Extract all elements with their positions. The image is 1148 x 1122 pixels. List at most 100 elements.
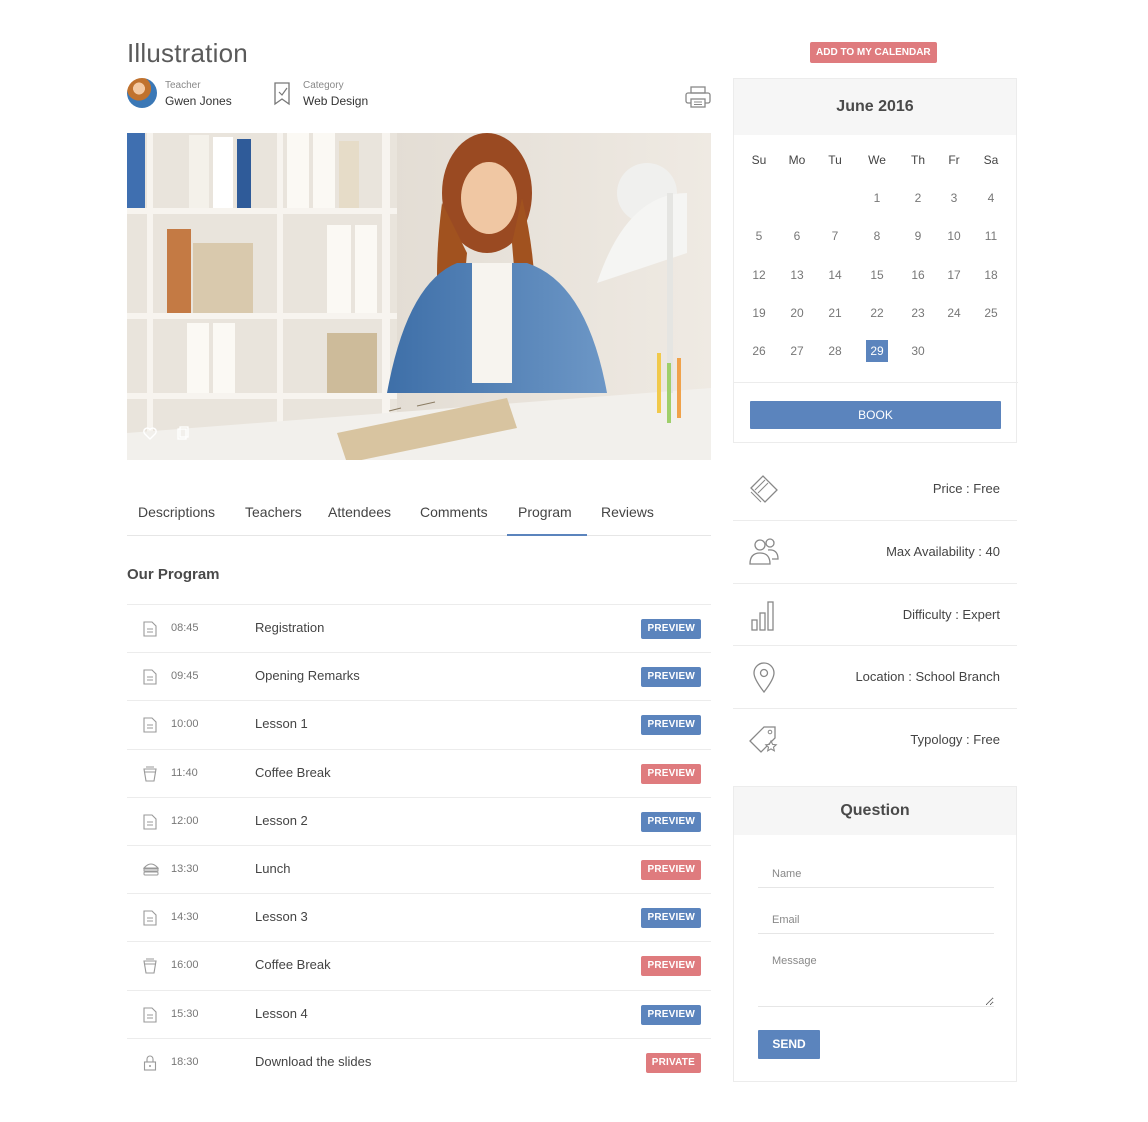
program-row: 08:45 Registration PREVIEW bbox=[127, 604, 711, 652]
preview-button[interactable]: PREVIEW bbox=[641, 859, 701, 880]
teacher-avatar[interactable] bbox=[127, 78, 157, 108]
price-tag-icon bbox=[747, 472, 781, 506]
teacher-info: Teacher Gwen Jones bbox=[165, 80, 232, 108]
calendar-day[interactable]: 24 bbox=[939, 302, 969, 324]
info-row: Max Availability : 40 bbox=[733, 521, 1017, 584]
preview-button[interactable]: PREVIEW bbox=[641, 715, 701, 736]
tab-reviews[interactable]: Reviews bbox=[601, 504, 654, 520]
book-button[interactable]: BOOK bbox=[750, 401, 1001, 429]
email-field[interactable] bbox=[758, 907, 994, 934]
document-icon bbox=[143, 1006, 157, 1023]
event-hero-image bbox=[127, 133, 711, 460]
preview-button[interactable]: PREVIEW bbox=[641, 667, 701, 688]
program-item-name: Lesson 2 bbox=[255, 812, 308, 828]
calendar-day[interactable]: 1 bbox=[862, 187, 892, 209]
category-name[interactable]: Web Design bbox=[303, 94, 368, 108]
add-to-calendar-button[interactable]: ADD TO MY CALENDAR bbox=[810, 42, 937, 63]
calendar-day[interactable]: 9 bbox=[903, 225, 933, 247]
calendar-day[interactable]: 30 bbox=[903, 340, 933, 362]
info-row: Location : School Branch bbox=[733, 646, 1017, 710]
calendar-day[interactable]: 28 bbox=[820, 340, 850, 362]
calendar-day[interactable]: 16 bbox=[903, 264, 933, 286]
calendar-day[interactable]: 6 bbox=[782, 225, 812, 247]
program-time: 18:30 bbox=[171, 1055, 199, 1068]
document-icon bbox=[143, 814, 157, 830]
heart-icon[interactable] bbox=[143, 427, 157, 440]
weekday-header: Th bbox=[910, 153, 925, 167]
calendar-day[interactable]: 10 bbox=[939, 225, 969, 247]
calendar-day[interactable]: 11 bbox=[976, 225, 1006, 247]
tab-comments[interactable]: Comments bbox=[420, 504, 488, 520]
printer-icon[interactable] bbox=[685, 86, 711, 108]
program-time: 11:40 bbox=[171, 766, 198, 779]
tab-program[interactable]: Program bbox=[518, 504, 572, 520]
weekday-header: We bbox=[868, 153, 886, 167]
preview-button[interactable]: PREVIEW bbox=[641, 619, 701, 639]
program-row: 12:00 Lesson 2 PREVIEW bbox=[127, 796, 711, 845]
map-pin-icon bbox=[747, 660, 781, 694]
document-icon bbox=[143, 621, 157, 637]
calendar-day-selected[interactable]: 29 bbox=[866, 340, 888, 363]
category-label: Category bbox=[303, 80, 344, 91]
calendar-day[interactable]: 8 bbox=[862, 225, 892, 247]
calendar-day[interactable]: 17 bbox=[939, 264, 969, 286]
name-field[interactable] bbox=[758, 861, 994, 888]
calendar-day[interactable]: 21 bbox=[820, 302, 850, 324]
question-form: Question SEND bbox=[733, 786, 1017, 1082]
calendar-day[interactable]: 18 bbox=[976, 264, 1006, 286]
program-row: 16:00 Coffee Break PREVIEW bbox=[127, 941, 711, 989]
calendar-day[interactable]: 3 bbox=[939, 187, 969, 209]
program-list: 08:45 Registration PREVIEW 09:45 Opening Rem… bbox=[127, 604, 711, 1086]
calendar-day[interactable]: 5 bbox=[744, 225, 774, 247]
weekday-header: Sa bbox=[983, 153, 999, 167]
preview-button[interactable]: PREVIEW bbox=[641, 1004, 701, 1025]
info-text: Location : School Branch bbox=[855, 669, 1000, 685]
tab-attendees[interactable]: Attendees bbox=[328, 504, 391, 520]
message-field[interactable] bbox=[758, 955, 994, 1007]
calendar-day[interactable]: 4 bbox=[976, 187, 1006, 209]
program-time: 08:45 bbox=[171, 622, 199, 634]
program-item-name: Coffee Break bbox=[255, 957, 331, 973]
coffee-cup-icon bbox=[143, 958, 157, 974]
program-title: Our Program bbox=[127, 566, 220, 583]
calendar-day[interactable]: 26 bbox=[744, 340, 774, 362]
calendar-day[interactable]: 25 bbox=[976, 302, 1006, 324]
program-time: 13:30 bbox=[171, 862, 199, 875]
preview-button[interactable]: PREVIEW bbox=[641, 811, 701, 832]
calendar-day[interactable]: 20 bbox=[782, 302, 812, 324]
calendar-day[interactable]: 22 bbox=[862, 302, 892, 324]
teacher-name[interactable]: Gwen Jones bbox=[165, 94, 232, 108]
calendar-day[interactable]: 23 bbox=[903, 302, 933, 324]
private-badge[interactable]: PRIVATE bbox=[645, 1052, 701, 1073]
calendar-widget: June 2016 Su Mo Tu We Th Fr Sa 1 2 3 4 5 6 7 8 9 10 11 12 1… bbox=[733, 78, 1018, 443]
calendar-day[interactable]: 19 bbox=[744, 302, 774, 324]
calendar-day[interactable]: 2 bbox=[903, 187, 933, 209]
tab-teachers[interactable]: Teachers bbox=[245, 504, 302, 520]
weekday-header: Tu bbox=[828, 153, 842, 167]
calendar-day[interactable]: 13 bbox=[782, 264, 812, 286]
calendar-day[interactable]: 14 bbox=[820, 264, 850, 286]
active-tab-indicator bbox=[507, 534, 587, 536]
event-meta: Teacher Gwen Jones Category Web Design bbox=[127, 78, 711, 114]
program-item-name: Lesson 1 bbox=[255, 716, 308, 732]
program-row: 15:30 Lesson 4 PREVIEW bbox=[127, 989, 711, 1038]
burger-icon bbox=[142, 862, 160, 878]
calendar-day[interactable]: 12 bbox=[744, 264, 774, 286]
bar-chart-icon bbox=[747, 598, 781, 632]
preview-button[interactable]: PREVIEW bbox=[641, 908, 701, 929]
program-time: 15:30 bbox=[171, 1007, 199, 1020]
document-icon bbox=[143, 910, 157, 926]
tab-descriptions[interactable]: Descriptions bbox=[138, 504, 215, 520]
coffee-cup-icon bbox=[143, 766, 157, 782]
preview-button[interactable]: PREVIEW bbox=[641, 763, 701, 784]
copy-icon[interactable] bbox=[177, 426, 189, 440]
info-text: Typology : Free bbox=[910, 732, 1000, 748]
info-row: Difficulty : Expert bbox=[733, 584, 1017, 647]
preview-button[interactable]: PREVIEW bbox=[641, 956, 701, 977]
calendar-day[interactable]: 27 bbox=[782, 340, 812, 362]
calendar-day[interactable]: 7 bbox=[820, 225, 850, 247]
program-item-name: Download the slides bbox=[255, 1053, 372, 1069]
calendar-month: June 2016 bbox=[734, 79, 1016, 135]
calendar-day[interactable]: 15 bbox=[862, 264, 892, 286]
send-button[interactable]: SEND bbox=[758, 1030, 820, 1059]
